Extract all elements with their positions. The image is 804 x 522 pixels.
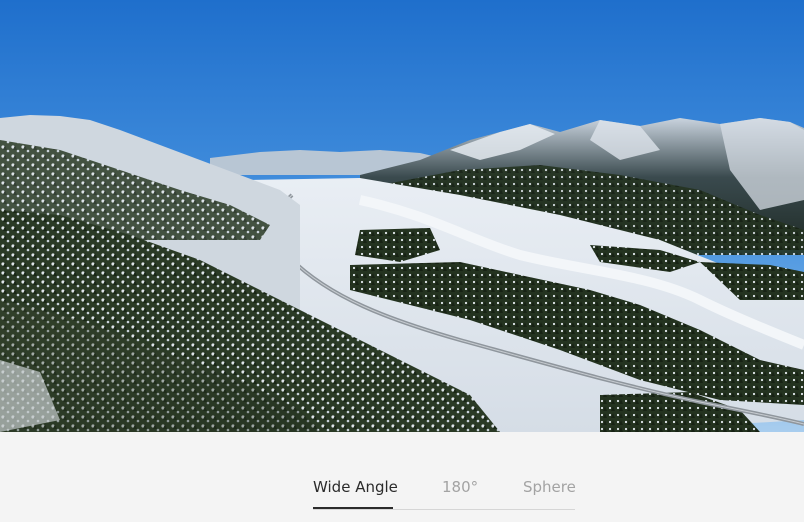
tab-sphere-label: Sphere (523, 478, 576, 496)
tab-180[interactable]: 180° (442, 476, 478, 508)
view-mode-bar: Wide Angle 180° Sphere (0, 432, 804, 522)
active-tab-indicator (313, 507, 393, 509)
panorama-image[interactable] (0, 0, 804, 432)
tab-wide-angle-label: Wide Angle (313, 478, 398, 496)
view-mode-tabs: Wide Angle 180° Sphere (313, 476, 576, 510)
tab-180-label: 180° (442, 478, 479, 496)
tab-wide-angle[interactable]: Wide Angle (313, 476, 398, 508)
tab-sphere[interactable]: Sphere (523, 476, 576, 508)
panorama-viewer[interactable] (0, 0, 804, 432)
